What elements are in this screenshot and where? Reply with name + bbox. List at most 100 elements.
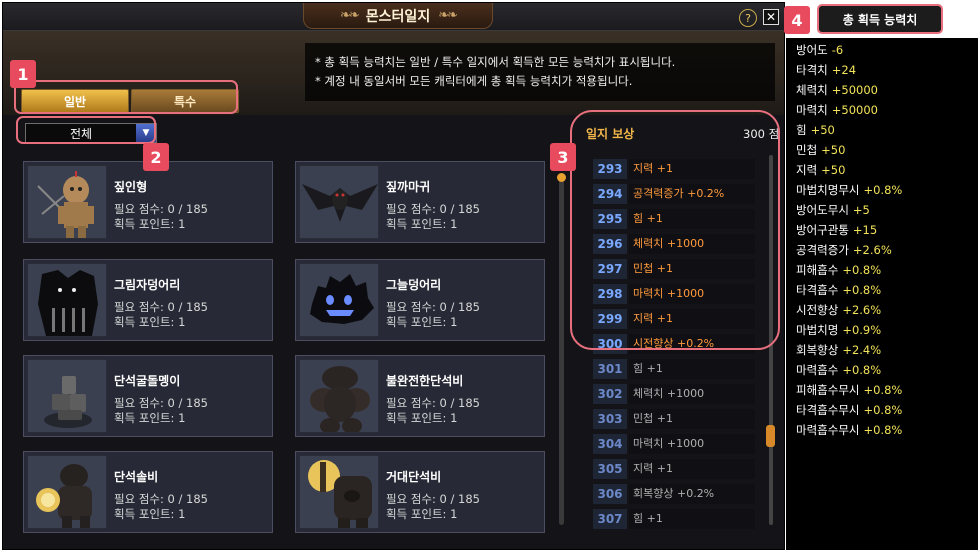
reward-row: 301 힘 +1 — [593, 356, 755, 381]
ornament-left-icon: ❧❧ — [340, 8, 360, 23]
required-score: 필요 점수: 0 / 185 — [386, 202, 480, 216]
monster-list-scrollbar[interactable] — [557, 173, 566, 525]
monster-name: 거대단석비 — [386, 470, 442, 484]
stat-value: +50 — [821, 143, 846, 157]
stat-name: 마력치 — [796, 103, 828, 117]
stat-row: 체력치 +50000 — [796, 80, 968, 100]
reward-scrollbar-thumb[interactable] — [766, 425, 775, 447]
monster-grid: 짚인형 필요 점수: 0 / 185 획득 포인트: 1 짚까마귀 필요 점수:… — [23, 161, 545, 545]
scarecrow-doll-icon — [27, 165, 107, 239]
window-title: 몬스터일지 — [365, 8, 431, 25]
reward-row: 307 힘 +1 — [593, 506, 755, 531]
monster-name: 단석솔비 — [114, 470, 159, 484]
stat-row: 마력흡수무시 +0.8% — [796, 420, 968, 440]
stat-value: +50000 — [831, 103, 878, 117]
stat-value: +2.6% — [852, 243, 892, 257]
monster-card[interactable]: 거대단석비 필요 점수: 0 / 185 획득 포인트: 1 — [295, 451, 545, 533]
monster-card[interactable]: 불완전한단석비 필요 점수: 0 / 185 획득 포인트: 1 — [295, 355, 545, 437]
reward-number: 303 — [593, 408, 627, 429]
notice-line-1: * 총 획득 능력치는 일반 / 특수 일지에서 획득한 모든 능력치가 표시됩… — [315, 55, 676, 69]
shadow-monster-icon — [27, 263, 107, 337]
stat-row: 지력 +50 — [796, 160, 968, 180]
monster-name: 짚까마귀 — [386, 180, 431, 194]
callout-1-highlight — [14, 80, 238, 114]
reward-number: 305 — [593, 458, 627, 479]
monster-card[interactable]: 그늘덩어리 필요 점수: 0 / 185 획득 포인트: 1 — [295, 259, 545, 341]
stat-name: 지력 — [796, 163, 818, 177]
stat-row: 시전향상 +2.6% — [796, 300, 968, 320]
title-plate: ❧❧ 몬스터일지 ❧❧ — [303, 3, 493, 29]
stat-name: 시전향상 — [796, 303, 839, 317]
callout-2-highlight — [16, 116, 156, 144]
reward-effect: 힘 +1 — [629, 508, 755, 529]
stat-name: 마력흡수무시 — [796, 423, 860, 437]
earned-points: 획득 포인트: 1 — [114, 507, 186, 521]
monster-card[interactable]: 단석굴돌멩이 필요 점수: 0 / 185 획득 포인트: 1 — [23, 355, 273, 437]
crow-icon — [299, 165, 379, 239]
stat-value: +50 — [810, 123, 835, 137]
stat-value: +2.6% — [842, 303, 882, 317]
required-score: 필요 점수: 0 / 185 — [114, 202, 208, 216]
earned-points: 획득 포인트: 1 — [114, 217, 186, 231]
earned-points: 획득 포인트: 1 — [386, 217, 458, 231]
monster-card[interactable]: 짚까마귀 필요 점수: 0 / 185 획득 포인트: 1 — [295, 161, 545, 243]
earned-points: 획득 포인트: 1 — [386, 315, 458, 329]
stat-row: 마법치명무시 +0.8% — [796, 180, 968, 200]
stat-name: 방어구관통 — [796, 223, 849, 237]
stat-value: +0.8% — [863, 383, 903, 397]
stat-row: 방어구관통 +15 — [796, 220, 968, 240]
stat-value: +0.8% — [863, 423, 903, 437]
scrollbar-knob[interactable] — [557, 173, 566, 182]
ornament-right-icon: ❧❧ — [438, 8, 458, 23]
required-score: 필요 점수: 0 / 185 — [386, 492, 480, 506]
reward-row: 302 체력치 +1000 — [593, 381, 755, 406]
callout-badge-4: 4 — [784, 6, 810, 34]
stat-value: +2.4% — [842, 343, 882, 357]
callout-badge-1: 1 — [10, 60, 36, 88]
monster-name: 그림자덩어리 — [114, 278, 181, 292]
notice-box: * 총 획득 능력치는 일반 / 특수 일지에서 획득한 모든 능력치가 표시됩… — [305, 43, 775, 101]
stat-name: 공격력증가 — [796, 243, 849, 257]
stat-row: 민첩 +50 — [796, 140, 968, 160]
stat-name: 마력흡수 — [796, 363, 839, 377]
monster-card[interactable]: 단석솔비 필요 점수: 0 / 185 획득 포인트: 1 — [23, 451, 273, 533]
notice-line-2: * 계정 내 동일서버 모든 캐릭터에게 총 획득 능력치가 적용됩니다. — [315, 74, 633, 88]
reward-number: 302 — [593, 383, 627, 404]
shade-blob-icon — [299, 263, 379, 337]
reward-number: 301 — [593, 358, 627, 379]
close-button[interactable]: ✕ — [763, 9, 779, 25]
stat-value: +0.8% — [842, 363, 882, 377]
monster-name: 짚인형 — [114, 180, 148, 194]
stat-value: +15 — [852, 223, 878, 237]
stat-name: 타격흡수무시 — [796, 403, 860, 417]
required-score: 필요 점수: 0 / 185 — [114, 300, 208, 314]
stat-value: +0.8% — [863, 403, 903, 417]
required-score: 필요 점수: 0 / 185 — [386, 396, 480, 410]
stat-row: 피해흡수 +0.8% — [796, 260, 968, 280]
stat-name: 회복향상 — [796, 343, 839, 357]
help-button[interactable]: ? — [739, 9, 757, 27]
reward-effect: 체력치 +1000 — [629, 383, 755, 404]
rock-golem-icon — [299, 359, 379, 433]
reward-row: 303 민첩 +1 — [593, 406, 755, 431]
rock-pile-icon — [27, 359, 107, 433]
callout-3-highlight — [570, 110, 780, 350]
stat-value: -6 — [831, 43, 844, 57]
stat-row: 마력흡수 +0.8% — [796, 360, 968, 380]
earned-points: 획득 포인트: 1 — [114, 315, 186, 329]
stat-row: 공격력증가 +2.6% — [796, 240, 968, 260]
stat-name: 마법치명무시 — [796, 183, 860, 197]
monster-card[interactable]: 그림자덩어리 필요 점수: 0 / 185 획득 포인트: 1 — [23, 259, 273, 341]
total-stats-title: 총 획득 능력치 — [817, 4, 943, 34]
title-bar: ❧❧ 몬스터일지 ❧❧ ? ✕ — [3, 3, 784, 31]
stat-row: 타격흡수 +0.8% — [796, 280, 968, 300]
monster-card[interactable]: 짚인형 필요 점수: 0 / 185 획득 포인트: 1 — [23, 161, 273, 243]
reward-row: 305 지력 +1 — [593, 456, 755, 481]
stat-row: 힘 +50 — [796, 120, 968, 140]
monster-name: 그늘덩어리 — [386, 278, 442, 292]
stat-row: 타격치 +24 — [796, 60, 968, 80]
required-score: 필요 점수: 0 / 185 — [114, 396, 208, 410]
stat-row: 방어도무시 +5 — [796, 200, 968, 220]
stat-row: 타격흡수무시 +0.8% — [796, 400, 968, 420]
reward-effect: 마력치 +1000 — [629, 433, 755, 454]
